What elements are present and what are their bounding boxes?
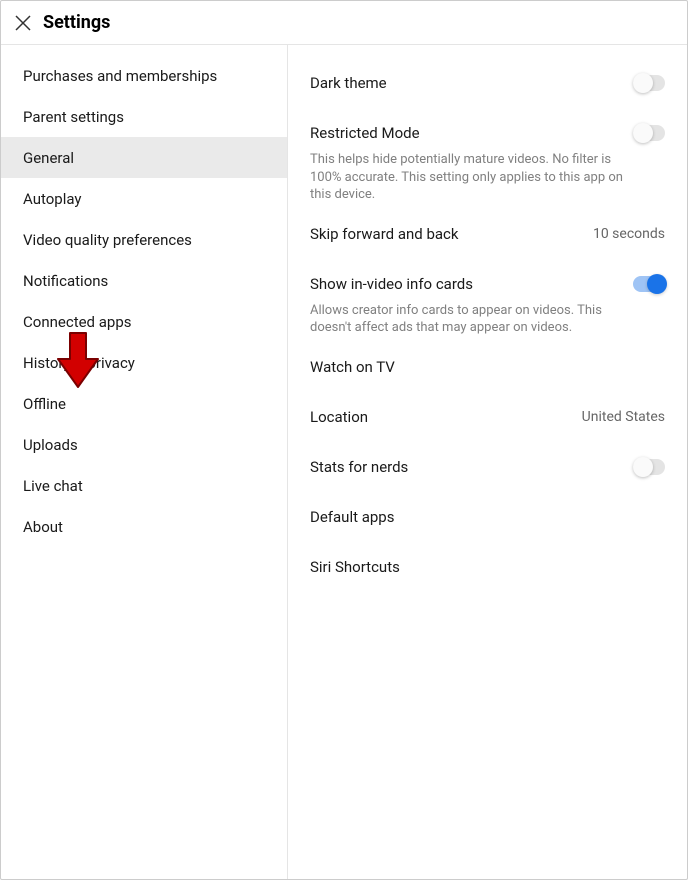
sidebar-item-label: General bbox=[23, 149, 74, 167]
sidebar-item-label: Notifications bbox=[23, 272, 108, 290]
row-stats[interactable]: Stats for nerds bbox=[310, 447, 665, 487]
sidebar-item-label: About bbox=[23, 518, 63, 536]
row-label: Siri Shortcuts bbox=[310, 558, 400, 576]
close-icon bbox=[14, 14, 32, 32]
settings-window: Settings Purchases and memberships Paren… bbox=[0, 0, 688, 880]
sidebar-item-uploads[interactable]: Uploads bbox=[1, 424, 287, 465]
sidebar-item-autoplay[interactable]: Autoplay bbox=[1, 178, 287, 219]
row-value: United States bbox=[582, 409, 665, 425]
sidebar-item-label: Live chat bbox=[23, 477, 83, 495]
row-info-cards[interactable]: Show in-video info cards bbox=[310, 264, 665, 304]
setting-dark-theme: Dark theme bbox=[310, 63, 665, 103]
sidebar-item-purchases[interactable]: Purchases and memberships bbox=[1, 55, 287, 96]
setting-location: Location United States bbox=[310, 397, 665, 437]
sidebar-item-label: Uploads bbox=[23, 436, 78, 454]
setting-skip: Skip forward and back 10 seconds bbox=[310, 214, 665, 254]
row-restricted-mode[interactable]: Restricted Mode bbox=[310, 113, 665, 153]
row-description: Allows creator info cards to appear on v… bbox=[310, 302, 665, 337]
row-label: Restricted Mode bbox=[310, 124, 420, 142]
sidebar: Purchases and memberships Parent setting… bbox=[1, 45, 288, 879]
setting-default-apps: Default apps bbox=[310, 497, 665, 537]
main-content: Dark theme Restricted Mode This helps hi… bbox=[288, 45, 687, 879]
toggle-stats[interactable] bbox=[633, 459, 665, 475]
sidebar-item-video-quality[interactable]: Video quality preferences bbox=[1, 219, 287, 260]
page-title: Settings bbox=[43, 12, 110, 33]
toggle-restricted-mode[interactable] bbox=[633, 125, 665, 141]
toggle-info-cards[interactable] bbox=[633, 276, 665, 292]
row-value: 10 seconds bbox=[593, 226, 665, 242]
close-button[interactable] bbox=[11, 11, 35, 35]
row-label: Dark theme bbox=[310, 74, 387, 92]
row-skip[interactable]: Skip forward and back 10 seconds bbox=[310, 214, 665, 254]
sidebar-item-label: Purchases and memberships bbox=[23, 67, 217, 85]
row-default-apps[interactable]: Default apps bbox=[310, 497, 665, 537]
header: Settings bbox=[1, 1, 687, 45]
body: Purchases and memberships Parent setting… bbox=[1, 45, 687, 879]
sidebar-item-label: Video quality preferences bbox=[23, 231, 192, 249]
sidebar-item-connected-apps[interactable]: Connected apps bbox=[1, 301, 287, 342]
sidebar-item-general[interactable]: General bbox=[1, 137, 287, 178]
sidebar-item-history-privacy[interactable]: History & privacy bbox=[1, 342, 287, 383]
sidebar-item-label: Offline bbox=[23, 395, 66, 413]
row-dark-theme[interactable]: Dark theme bbox=[310, 63, 665, 103]
row-label: Default apps bbox=[310, 508, 394, 526]
row-siri[interactable]: Siri Shortcuts bbox=[310, 547, 665, 587]
sidebar-item-offline[interactable]: Offline bbox=[1, 383, 287, 424]
row-description: This helps hide potentially mature video… bbox=[310, 151, 665, 204]
sidebar-item-about[interactable]: About bbox=[1, 506, 287, 547]
setting-info-cards: Show in-video info cards Allows creator … bbox=[310, 264, 665, 337]
setting-watch-on-tv: Watch on TV bbox=[310, 347, 665, 387]
row-label: Location bbox=[310, 408, 368, 426]
row-label: Stats for nerds bbox=[310, 458, 408, 476]
sidebar-item-label: Connected apps bbox=[23, 313, 131, 331]
row-label: Show in-video info cards bbox=[310, 275, 473, 293]
setting-stats: Stats for nerds bbox=[310, 447, 665, 487]
row-label: Skip forward and back bbox=[310, 225, 459, 243]
row-location[interactable]: Location United States bbox=[310, 397, 665, 437]
setting-restricted-mode: Restricted Mode This helps hide potentia… bbox=[310, 113, 665, 204]
sidebar-item-label: History & privacy bbox=[23, 354, 135, 372]
sidebar-item-notifications[interactable]: Notifications bbox=[1, 260, 287, 301]
sidebar-item-parent-settings[interactable]: Parent settings bbox=[1, 96, 287, 137]
row-watch-on-tv[interactable]: Watch on TV bbox=[310, 347, 665, 387]
setting-siri: Siri Shortcuts bbox=[310, 547, 665, 587]
sidebar-item-live-chat[interactable]: Live chat bbox=[1, 465, 287, 506]
row-label: Watch on TV bbox=[310, 358, 395, 376]
sidebar-item-label: Parent settings bbox=[23, 108, 124, 126]
toggle-dark-theme[interactable] bbox=[633, 75, 665, 91]
sidebar-item-label: Autoplay bbox=[23, 190, 82, 208]
